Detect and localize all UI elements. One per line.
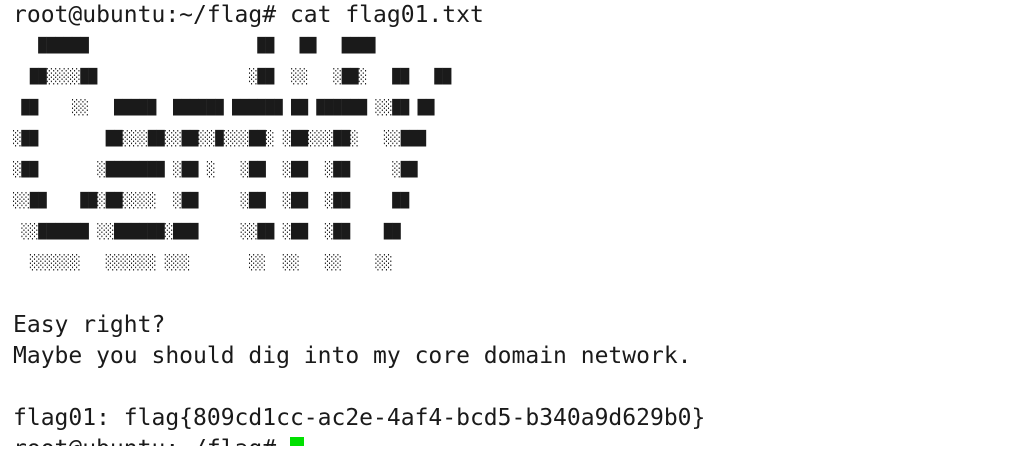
ascii-art-line: ██ ░░ █████ ██████ ██████ ██ ██████ ░░██… [13,100,435,116]
ascii-art-line: ░██ ░███████ ░██ ░ ░██ ░██ ░██ ░██ [13,162,418,178]
ascii-art-line: ░██ ██░░░██░░██░░█░░░██░ ░██░░░██░ ░░███ [13,131,427,147]
prompt-line[interactable]: root@ubuntu:~/flag# [13,434,1013,446]
ascii-art-line: ░░██ ██░██░░░░ ░██ ░██ ░██ ░██ ██ [13,193,410,209]
terminal-cursor [289,437,304,446]
ascii-art-line: ██████ ██ ██ ████ [13,38,376,54]
ascii-art-banner: ██████ ██ ██ ████ ██░░░░██ ░██ ░░ ░██░ █… [13,31,1013,279]
ascii-art-line: ██░░░░██ ░██ ░░ ░██░ ██ ██ [13,69,452,85]
flag-line: flag01: flag{809cd1cc-ac2e-4af4-bcd5-b34… [13,405,706,431]
command-line: root@ubuntu:~/flag# cat flag01.txt [13,2,484,28]
ascii-art-line: ░░██████ ░░██████░███ ░░██ ░██ ░██ ██ [13,224,401,240]
message-line: Maybe you should dig into my core domain… [13,343,692,369]
message-line: Easy right? [13,312,166,338]
ascii-art-line: ░░░░░░ ░░░░░░ ░░░ ░░ ░░ ░░ ░░ [13,255,393,271]
prompt-text: root@ubuntu:~/flag# [13,436,290,446]
terminal-window[interactable]: root@ubuntu:~/flag# cat flag01.txt █████… [13,0,1013,453]
